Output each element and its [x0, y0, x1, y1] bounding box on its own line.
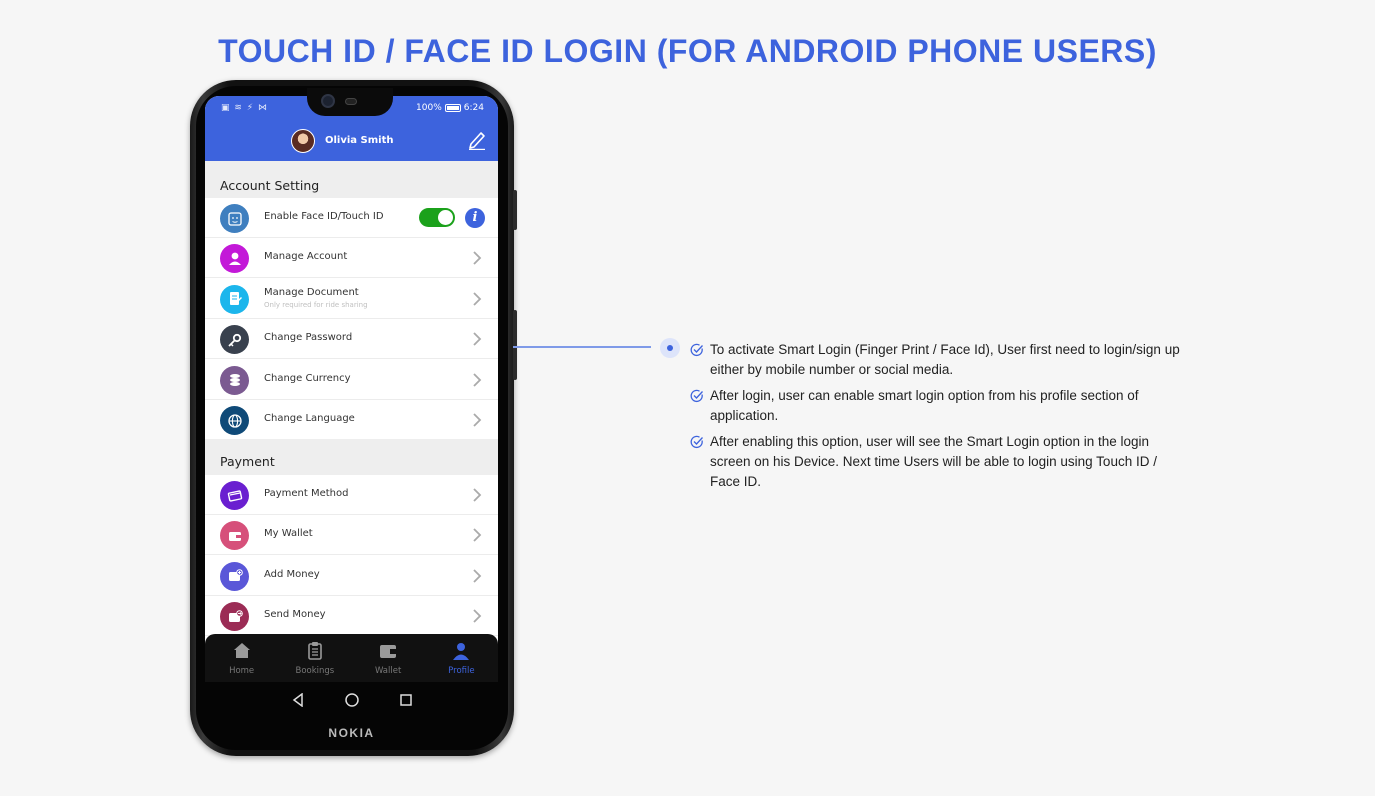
wallet-tab-icon	[380, 645, 397, 658]
note-item: After login, user can enable smart login…	[690, 386, 1180, 426]
row-label: Add Money	[264, 568, 320, 580]
payment-item-payment-method[interactable]: Payment Method	[205, 475, 498, 515]
check-circle-icon	[690, 343, 703, 357]
row-sublabel: Only required for ride sharing	[264, 300, 368, 309]
info-icon[interactable]: i	[465, 208, 485, 228]
chevron-right-icon	[473, 372, 482, 387]
coins-icon	[220, 365, 249, 395]
note-text: After login, user can enable smart login…	[710, 388, 1139, 423]
section-title-account: Account Setting	[205, 161, 498, 198]
tab-wallet[interactable]: Wallet	[352, 634, 425, 682]
edit-icon[interactable]	[468, 130, 486, 150]
face-id-toggle[interactable]	[419, 208, 455, 227]
note-text: To activate Smart Login (Finger Print / …	[710, 342, 1180, 377]
row-label: My Wallet	[264, 528, 313, 540]
home-nav-icon[interactable]	[344, 693, 359, 707]
note-item: To activate Smart Login (Finger Print / …	[690, 340, 1180, 380]
chevron-right-icon	[473, 292, 482, 306]
app-screen: ▣ ≋ ⚡ ⋈ 100% 6:24 Olivia Smith Account S…	[205, 96, 498, 682]
chevron-right-icon	[473, 609, 482, 623]
camera-icon	[321, 94, 335, 108]
back-icon[interactable]	[291, 693, 305, 707]
chevron-right-icon	[473, 488, 482, 502]
status-icons: ▣ ≋ ⚡ ⋈	[221, 103, 268, 113]
phone-notch	[307, 88, 393, 116]
check-circle-icon	[690, 435, 703, 449]
clipboard-icon	[308, 642, 322, 660]
status-bar-right: 100% 6:24	[416, 103, 484, 113]
settings-item-enable-face-id-touch-id[interactable]: Enable Face ID/Touch ID i	[205, 198, 498, 238]
user-name: Olivia Smith	[325, 135, 394, 146]
row-label: Change Currency	[264, 372, 351, 384]
speaker-icon	[345, 98, 357, 105]
settings-item-change-password[interactable]: Change Password	[205, 319, 498, 360]
payment-item-send-money[interactable]: Send Money	[205, 596, 498, 637]
face-id-icon	[220, 204, 249, 233]
connector-dot	[660, 338, 680, 358]
row-label: Change Password	[264, 332, 353, 344]
globe-icon	[220, 406, 249, 435]
chevron-right-icon	[473, 413, 482, 427]
row-label: Payment Method	[264, 488, 349, 499]
tab-home[interactable]: Home	[205, 634, 278, 682]
page-title: TOUCH ID / FACE ID LOGIN (FOR ANDROID PH…	[218, 33, 1157, 69]
payment-item-my-wallet[interactable]: My Wallet	[205, 515, 498, 556]
connector-line	[513, 346, 651, 348]
add-money-icon	[220, 561, 249, 591]
tab-label: Home	[229, 666, 255, 676]
tab-label: Wallet	[374, 666, 402, 676]
chevron-right-icon	[473, 332, 482, 346]
key-icon	[220, 325, 249, 355]
note-text: After enabling this option, user will se…	[710, 434, 1157, 489]
bottom-tab-bar: Home Bookings Wallet Profile	[205, 634, 498, 682]
row-label: Enable Face ID/Touch ID	[264, 211, 384, 222]
row-label: Manage Document	[264, 286, 359, 298]
battery-icon	[444, 104, 461, 112]
card-icon	[220, 481, 249, 510]
user-icon	[220, 244, 249, 274]
notes-list: To activate Smart Login (Finger Print / …	[690, 340, 1180, 498]
android-nav-bar	[205, 682, 498, 718]
tab-profile[interactable]: Profile	[425, 634, 498, 682]
recents-icon[interactable]	[399, 693, 413, 707]
row-label: Send Money	[264, 609, 326, 621]
home-icon	[233, 643, 250, 658]
row-label: Change Language	[264, 413, 355, 424]
settings-item-change-language[interactable]: Change Language	[205, 400, 498, 440]
document-icon	[220, 284, 249, 314]
avatar[interactable]	[291, 129, 315, 153]
settings-item-change-currency[interactable]: Change Currency	[205, 359, 498, 400]
note-item: After enabling this option, user will se…	[690, 432, 1180, 492]
profile-icon	[453, 643, 470, 660]
send-money-icon	[220, 602, 249, 632]
battery-percent: 100%	[416, 103, 442, 113]
tab-bookings[interactable]: Bookings	[278, 634, 351, 682]
chevron-right-icon	[473, 569, 482, 583]
tab-label: Profile	[448, 666, 475, 676]
tab-label: Bookings	[295, 666, 335, 676]
chevron-right-icon	[473, 528, 482, 543]
settings-item-manage-document[interactable]: Manage Document Only required for ride sh…	[205, 278, 498, 319]
clock: 6:24	[463, 103, 484, 113]
chevron-right-icon	[473, 251, 482, 266]
row-label: Manage Account	[264, 251, 348, 263]
wallet-icon	[220, 521, 249, 551]
phone-brand: NOKIA	[328, 726, 375, 740]
settings-item-manage-account[interactable]: Manage Account	[205, 238, 498, 279]
check-circle-icon	[690, 389, 703, 403]
section-title-payment: Payment	[205, 439, 498, 475]
payment-item-add-money[interactable]: Add Money	[205, 555, 498, 596]
